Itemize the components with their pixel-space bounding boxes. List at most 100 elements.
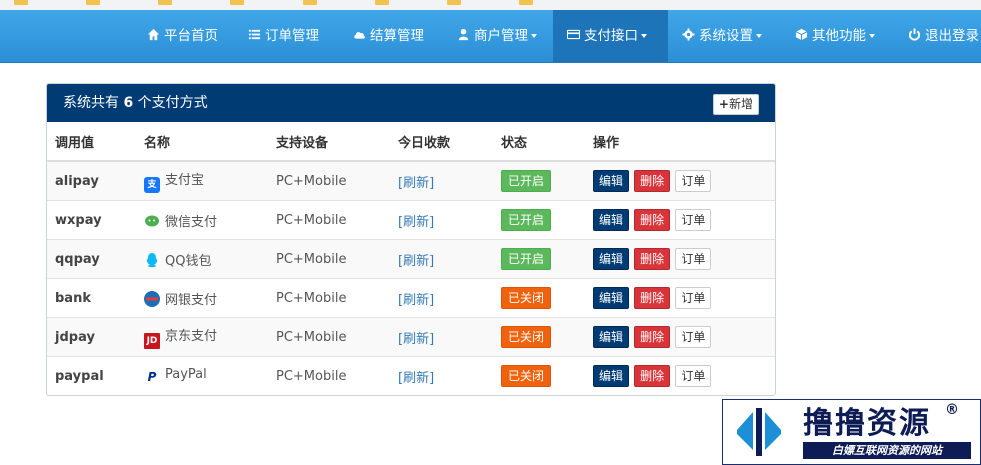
orders-button[interactable]: 订单 — [675, 365, 712, 387]
delete-button[interactable]: 删除 — [634, 170, 671, 192]
delete-button[interactable]: 删除 — [634, 248, 671, 270]
nav-settlement-label: 结算管理 — [370, 28, 424, 44]
bookmark-folder-icon[interactable] — [302, 0, 317, 10]
column-header-device: 支持设备 — [268, 122, 390, 162]
device-cell: PC+Mobile — [268, 200, 390, 240]
device-cell: PC+Mobile — [268, 356, 390, 395]
nav-home[interactable]: 平台首页 — [137, 10, 228, 62]
nav-other-functions[interactable]: 其他功能 — [785, 10, 885, 62]
status-badge[interactable]: 已关闭 — [501, 287, 552, 309]
status-cell: 已关闭 — [493, 278, 585, 318]
nav-settlement[interactable]: 结算管理 — [343, 10, 434, 62]
table-row: jdpay JD 京东支付 PC+Mobile [刷新] 已关闭 编辑 删除 订单 — [47, 317, 775, 357]
orders-button[interactable]: 订单 — [675, 248, 712, 270]
status-badge[interactable]: 已关闭 — [501, 365, 552, 387]
refresh-link[interactable]: [刷新] — [398, 215, 434, 230]
watermark-title: 撸撸资源 — [803, 406, 931, 441]
add-button[interactable]: +新增 — [712, 94, 759, 115]
method-name: PayPal — [165, 367, 207, 382]
nav-orders[interactable]: 订单管理 — [238, 10, 329, 62]
watermark-logo: 撸撸资源 ® 白嫖互联网资源的网站 — [722, 399, 981, 465]
payment-methods-table: 调用值 名称 支持设备 今日收款 状态 操作 alipay 支支付宝 PC+Mo… — [47, 122, 775, 395]
status-badge[interactable]: 已开启 — [501, 248, 552, 270]
status-cell: 已开启 — [493, 200, 585, 240]
panel-header: 系统共有 6 个支付方式 +新增 — [47, 84, 775, 122]
bookmark-folder-icon[interactable] — [230, 0, 245, 10]
method-count: 6 — [123, 95, 134, 111]
watermark-emblem-icon — [737, 408, 781, 456]
orders-button[interactable]: 订单 — [675, 209, 712, 231]
actions-cell: 编辑 删除 订单 — [585, 356, 775, 395]
table-row: qqpay QQ钱包 PC+Mobile [刷新] 已开启 编辑 删除 订单 — [47, 239, 775, 279]
nav-payment-label: 支付接口 — [584, 28, 638, 44]
method-name: QQ钱包 — [165, 253, 212, 269]
user-icon — [458, 28, 469, 41]
delete-button[interactable]: 删除 — [634, 287, 671, 309]
unionpay-logo-icon — [144, 290, 160, 307]
actions-cell: 编辑 删除 订单 — [585, 200, 775, 240]
status-badge[interactable]: 已开启 — [501, 209, 552, 231]
device-cell: PC+Mobile — [268, 160, 390, 201]
delete-button[interactable]: 删除 — [634, 365, 671, 387]
orders-button[interactable]: 订单 — [675, 326, 712, 348]
refresh-link[interactable]: [刷新] — [398, 176, 434, 191]
bookmark-folder-icon[interactable] — [86, 0, 101, 10]
name-cell: QQ钱包 — [136, 239, 268, 279]
panel-title: 系统共有 6 个支付方式 — [63, 84, 208, 122]
nav-system-settings[interactable]: 系统设置 — [672, 10, 772, 62]
gear-icon — [682, 28, 695, 41]
edit-button[interactable]: 编辑 — [593, 287, 630, 309]
registered-mark: ® — [945, 402, 959, 418]
cube-icon — [795, 28, 808, 41]
watermark-subtitle: 白嫖互联网资源的网站 — [803, 442, 971, 459]
chevron-down-icon — [756, 34, 762, 38]
status-cell: 已开启 — [493, 239, 585, 279]
bookmark-folder-icon[interactable] — [446, 0, 461, 10]
table-header-row: 调用值 名称 支持设备 今日收款 状态 操作 — [47, 122, 775, 162]
nav-logout[interactable]: 退出登录 — [898, 10, 979, 62]
alipay-logo-icon: 支 — [144, 177, 160, 193]
refresh-link[interactable]: [刷新] — [398, 254, 434, 269]
nav-home-label: 平台首页 — [164, 28, 218, 44]
method-name: 京东支付 — [165, 329, 218, 344]
delete-button[interactable]: 删除 — [634, 209, 671, 231]
refresh-link[interactable]: [刷新] — [398, 371, 434, 386]
column-header-name: 名称 — [136, 122, 268, 162]
table-row: alipay 支支付宝 PC+Mobile [刷新] 已开启 编辑 删除 订单 — [47, 160, 775, 201]
nav-other-label: 其他功能 — [812, 28, 866, 44]
nav-merchants[interactable]: 商户管理 — [447, 10, 547, 62]
chevron-down-icon — [641, 34, 647, 38]
name-cell: JD 京东支付 — [136, 317, 268, 357]
code-cell: bank — [47, 278, 136, 318]
status-badge[interactable]: 已关闭 — [501, 326, 552, 348]
name-cell: 网银支付 — [136, 278, 268, 318]
status-badge[interactable]: 已开启 — [501, 170, 552, 192]
edit-button[interactable]: 编辑 — [593, 326, 630, 348]
orders-button[interactable]: 订单 — [675, 287, 712, 309]
bookmark-folder-icon[interactable] — [518, 0, 533, 10]
bookmark-folder-icon[interactable] — [374, 0, 389, 10]
edit-button[interactable]: 编辑 — [593, 170, 630, 192]
edit-button[interactable]: 编辑 — [593, 248, 630, 270]
today-cell: [刷新] — [390, 278, 493, 318]
refresh-link[interactable]: [刷新] — [398, 332, 434, 347]
column-header-actions: 操作 — [585, 122, 775, 162]
device-cell: PC+Mobile — [268, 317, 390, 357]
orders-button[interactable]: 订单 — [675, 170, 712, 192]
code-cell: alipay — [47, 160, 136, 201]
bookmark-folder-icon[interactable] — [158, 0, 173, 10]
title-suffix: 个支付方式 — [137, 95, 208, 111]
today-cell: [刷新] — [390, 160, 493, 201]
edit-button[interactable]: 编辑 — [593, 365, 630, 387]
table-row: bank 网银支付 PC+Mobile [刷新] 已关闭 编辑 删除 订单 — [47, 278, 775, 318]
delete-button[interactable]: 删除 — [634, 326, 671, 348]
nav-payment-interfaces[interactable]: 支付接口 — [553, 10, 668, 62]
table-row: paypal P PayPal PC+Mobile [刷新] 已关闭 编辑 删除 … — [47, 356, 775, 395]
power-icon — [908, 28, 921, 41]
edit-button[interactable]: 编辑 — [593, 209, 630, 231]
status-cell: 已开启 — [493, 160, 585, 201]
refresh-link[interactable]: [刷新] — [398, 293, 434, 308]
bookmark-folder-icon[interactable] — [14, 0, 28, 10]
method-name: 微信支付 — [165, 214, 218, 230]
actions-cell: 编辑 删除 订单 — [585, 317, 775, 357]
